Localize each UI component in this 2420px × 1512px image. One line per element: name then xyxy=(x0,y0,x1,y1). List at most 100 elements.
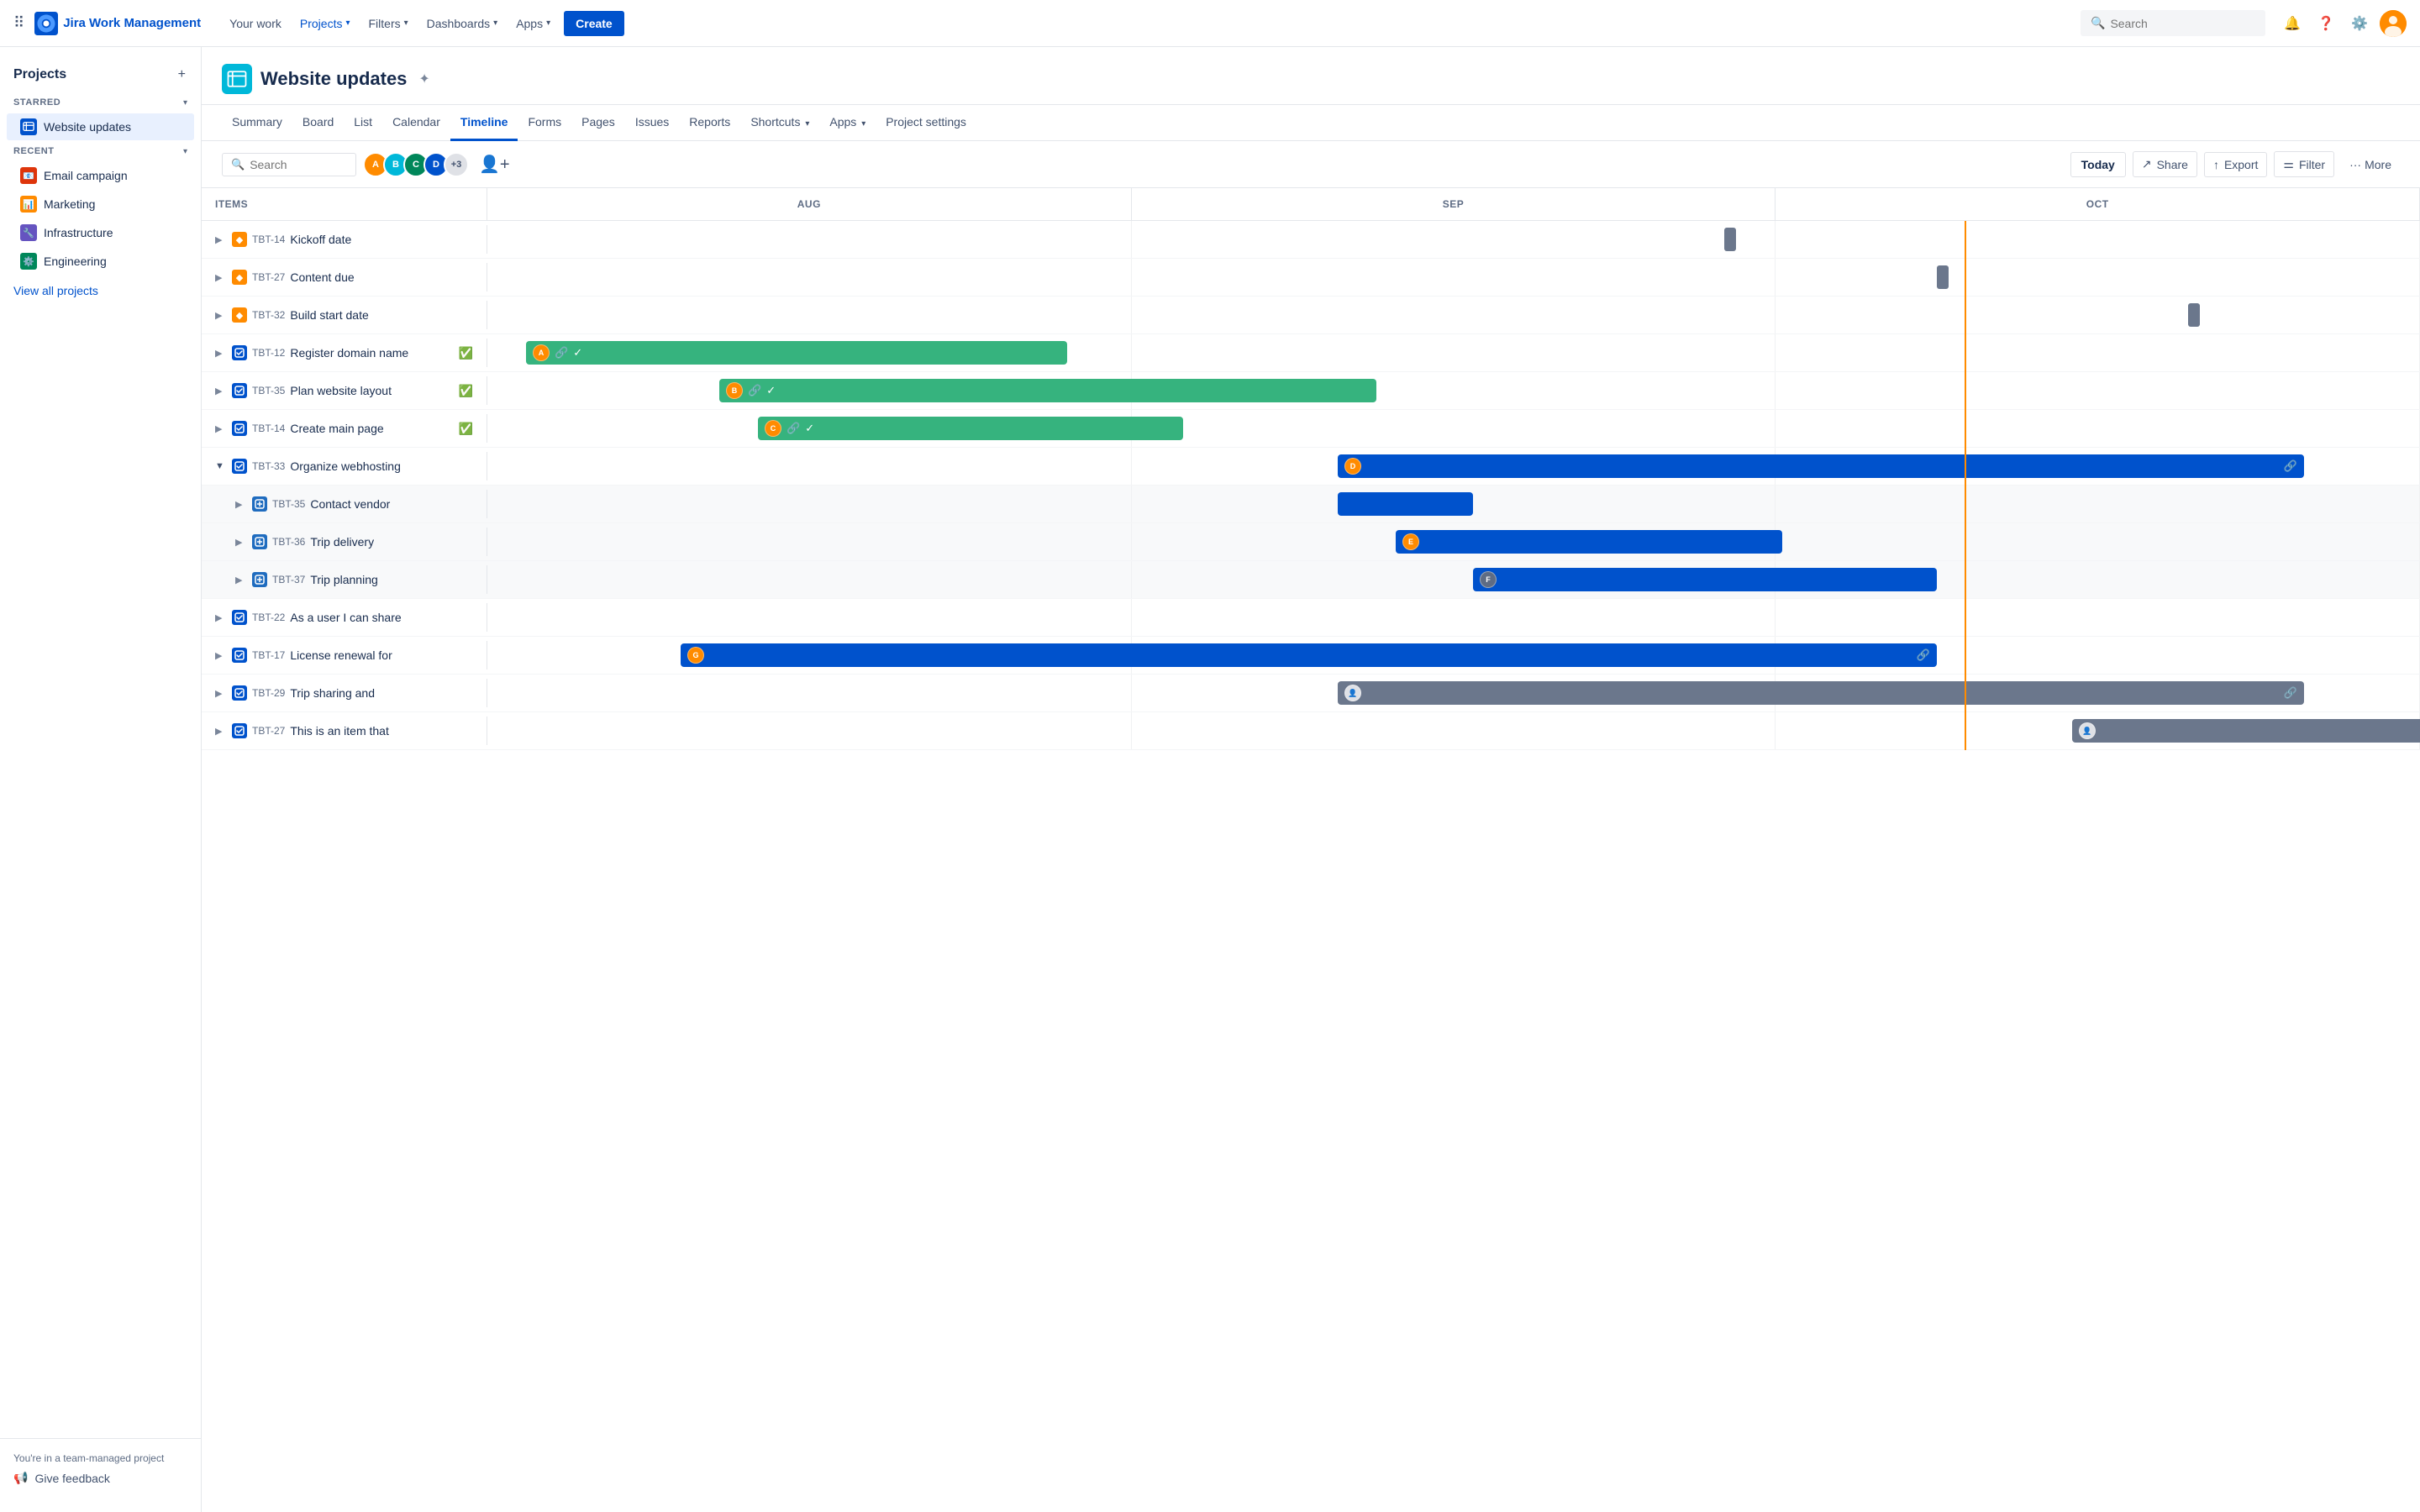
give-feedback-button[interactable]: 📢 Give feedback xyxy=(13,1471,187,1485)
search-input[interactable] xyxy=(2110,17,2255,30)
more-button[interactable]: ··· More xyxy=(2341,153,2400,176)
table-row[interactable]: ▶ ◆ TBT-27 Content due xyxy=(202,259,2420,297)
gantt-bar-gray[interactable]: 👤 🔗 xyxy=(1338,681,2304,705)
create-button[interactable]: Create xyxy=(564,11,624,36)
sidebar-item-infrastructure[interactable]: 🔧 Infrastructure xyxy=(7,219,194,246)
topnav-your-work[interactable]: Your work xyxy=(221,12,290,35)
feedback-icon: 📢 xyxy=(13,1471,28,1485)
view-all-projects-link[interactable]: View all projects xyxy=(0,279,201,302)
chevron-right-icon[interactable]: ▶ xyxy=(215,234,227,245)
row-label: ▶ TBT-36 Trip delivery xyxy=(202,528,487,556)
tab-timeline[interactable]: Timeline xyxy=(450,105,518,141)
tab-board[interactable]: Board xyxy=(292,105,344,141)
gantt-avatar: E xyxy=(1402,533,1419,550)
share-button[interactable]: ↗ Share xyxy=(2133,151,2197,177)
tab-summary[interactable]: Summary xyxy=(222,105,292,141)
add-person-button[interactable]: 👤+ xyxy=(479,154,510,175)
sidebar-item-website-updates[interactable]: Website updates xyxy=(7,113,194,140)
row-label: ▶ TBT-37 Trip planning xyxy=(202,565,487,594)
gantt-bar-gray[interactable]: 👤 xyxy=(2072,719,2420,743)
feedback-label: Give feedback xyxy=(34,1472,110,1485)
timeline-search-input[interactable] xyxy=(250,158,347,171)
sidebar-item-email-campaign[interactable]: 📧 Email campaign xyxy=(7,162,194,189)
chevron-right-icon[interactable]: ▶ xyxy=(215,726,227,737)
tab-issues[interactable]: Issues xyxy=(625,105,679,141)
table-row[interactable]: ▶ TBT-35 Contact vendor xyxy=(202,486,2420,523)
chevron-right-icon[interactable]: ▶ xyxy=(235,575,247,585)
gantt-bar-green[interactable]: B 🔗 ✓ xyxy=(719,379,1376,402)
row-gantt xyxy=(487,221,2420,258)
table-row[interactable]: ▶ ◆ TBT-32 Build start date xyxy=(202,297,2420,334)
check-icon: ✓ xyxy=(805,422,814,435)
tab-reports[interactable]: Reports xyxy=(679,105,740,141)
sidebar-starred-header[interactable]: STARRED ▾ xyxy=(0,92,201,113)
topnav-filters[interactable]: Filters ▾ xyxy=(360,12,417,35)
tab-project-settings[interactable]: Project settings xyxy=(876,105,976,141)
chevron-down-icon[interactable]: ▼ xyxy=(215,461,227,471)
marketing-icon: 📊 xyxy=(20,196,37,213)
sidebar-item-marketing[interactable]: 📊 Marketing xyxy=(7,191,194,218)
topnav-logo[interactable]: Jira Work Management xyxy=(34,12,201,35)
table-row[interactable]: ▶ TBT-36 Trip delivery xyxy=(202,523,2420,561)
chevron-right-icon[interactable]: ▶ xyxy=(215,386,227,396)
chevron-right-icon[interactable]: ▶ xyxy=(235,537,247,548)
row-id: TBT-27 xyxy=(252,725,285,737)
gantt-bar-blue-small[interactable] xyxy=(1338,492,1473,516)
table-row[interactable]: ▶ TBT-12 Register domain name ✅ xyxy=(202,334,2420,372)
row-id: TBT-29 xyxy=(252,687,285,699)
table-row[interactable]: ▶ TBT-14 Create main page ✅ xyxy=(202,410,2420,448)
tab-calendar[interactable]: Calendar xyxy=(382,105,450,141)
milestone-bar xyxy=(2188,303,2200,327)
add-project-button[interactable]: + xyxy=(176,66,187,84)
tabs: Summary Board List Calendar Timeline For… xyxy=(202,105,2420,141)
gantt-bar-blue[interactable]: G 🔗 xyxy=(681,643,1937,667)
timeline-search[interactable]: 🔍 xyxy=(222,153,356,176)
table-row[interactable]: ▶ ◆ TBT-14 Kickoff date xyxy=(202,221,2420,259)
gantt-bar-blue[interactable]: E xyxy=(1396,530,1782,554)
row-label: ▶ TBT-27 This is an item that xyxy=(202,717,487,745)
tab-shortcuts[interactable]: Shortcuts ▾ xyxy=(740,105,819,141)
chevron-right-icon[interactable]: ▶ xyxy=(215,310,227,321)
table-row[interactable]: ▶ TBT-37 Trip planning xyxy=(202,561,2420,599)
table-row[interactable]: ▶ TBT-29 Trip sharing and xyxy=(202,675,2420,712)
chevron-right-icon[interactable]: ▶ xyxy=(215,688,227,699)
done-icon: ✅ xyxy=(459,384,473,398)
grid-icon[interactable]: ⠿ xyxy=(13,14,24,32)
chevron-right-icon[interactable]: ▶ xyxy=(235,499,247,510)
tab-forms[interactable]: Forms xyxy=(518,105,571,141)
tab-list[interactable]: List xyxy=(344,105,382,141)
star-icon[interactable]: ✦ xyxy=(418,71,429,87)
table-row[interactable]: ▶ TBT-17 License renewal for xyxy=(202,637,2420,675)
avatar-count[interactable]: +3 xyxy=(444,152,469,177)
table-row[interactable]: ▶ TBT-35 Plan website layout ✅ xyxy=(202,372,2420,410)
table-row[interactable]: ▶ TBT-27 This is an item that xyxy=(202,712,2420,750)
user-avatar[interactable] xyxy=(2380,10,2407,37)
tab-apps[interactable]: Apps ▾ xyxy=(819,105,876,141)
topnav-search[interactable]: 🔍 xyxy=(2081,10,2265,36)
gantt-bar-green[interactable]: A 🔗 ✓ xyxy=(526,341,1067,365)
settings-button[interactable]: ⚙️ xyxy=(2346,10,2373,37)
topnav-apps[interactable]: Apps ▾ xyxy=(508,12,559,35)
topnav-projects[interactable]: Projects ▾ xyxy=(292,12,359,35)
timeline-container[interactable]: Items AUG SEP OCT ▶ ◆ TBT-14 xyxy=(202,188,2420,1512)
sidebar-recent-header[interactable]: RECENT ▾ xyxy=(0,141,201,161)
table-row[interactable]: ▼ TBT-33 Organize webhosting xyxy=(202,448,2420,486)
chevron-right-icon[interactable]: ▶ xyxy=(215,272,227,283)
notifications-button[interactable]: 🔔 xyxy=(2279,10,2306,37)
chevron-right-icon[interactable]: ▶ xyxy=(215,348,227,359)
today-button[interactable]: Today xyxy=(2070,152,2126,177)
table-row[interactable]: ▶ TBT-22 As a user I can share xyxy=(202,599,2420,637)
chevron-right-icon[interactable]: ▶ xyxy=(215,650,227,661)
export-icon: ↑ xyxy=(2213,158,2219,171)
help-button[interactable]: ❓ xyxy=(2312,10,2339,37)
chevron-right-icon[interactable]: ▶ xyxy=(215,423,227,434)
gantt-bar-blue[interactable]: D 🔗 xyxy=(1338,454,2304,478)
topnav-dashboards[interactable]: Dashboards ▾ xyxy=(418,12,507,35)
sidebar-item-engineering[interactable]: ⚙️ Engineering xyxy=(7,248,194,275)
chevron-right-icon[interactable]: ▶ xyxy=(215,612,227,623)
export-button[interactable]: ↑ Export xyxy=(2204,152,2267,177)
tab-pages[interactable]: Pages xyxy=(571,105,625,141)
gantt-bar-green[interactable]: C 🔗 ✓ xyxy=(758,417,1183,440)
filter-button[interactable]: ⚌ Filter xyxy=(2274,151,2334,177)
gantt-bar-blue[interactable]: F xyxy=(1473,568,1937,591)
